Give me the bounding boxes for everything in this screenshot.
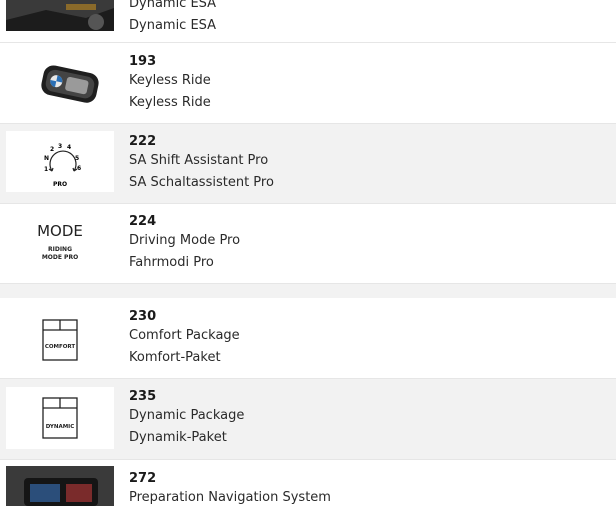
comfort-label: COMFORT [45,344,76,350]
item-name-en: Dynamic Package [129,408,245,423]
section-divider [0,284,616,299]
gear-n: N [44,155,49,162]
navigation-device-image [6,466,114,506]
list-item[interactable]: N 1 2 3 4 5 6 PRO 222 SA Shift Assistant… [0,124,616,204]
item-code: 235 [129,389,157,404]
mode-sub2: MODE PRO [42,254,78,261]
dynamic-label: DYNAMIC [46,424,75,430]
shift-assistant-icon: N 1 2 3 4 5 6 PRO [44,143,81,188]
product-image [6,51,114,115]
product-image: MODE RIDING MODE PRO [6,211,114,275]
product-image [6,466,114,506]
comfort-box-icon: COMFORT [42,319,78,361]
gear-3: 3 [58,143,62,150]
product-image: COMFORT [6,308,114,372]
item-name-de: Keyless Ride [129,95,211,110]
riding-mode-icon: MODE RIDING MODE PRO [37,222,83,261]
item-code: 193 [129,54,157,69]
gear-2: 2 [50,146,54,153]
item-code: 224 [129,214,157,229]
item-name-en: Keyless Ride [129,73,211,88]
list-item[interactable]: COMFORT 230 Comfort Package Komfort-Pake… [0,298,616,379]
item-name-en: Driving Mode Pro [129,233,241,248]
mode-title: MODE [37,222,83,240]
list-item[interactable]: Dynamic ESA Dynamic ESA [0,0,616,43]
item-name-de: Fahrmodi Pro [129,255,214,270]
gear-4: 4 [67,144,71,151]
list-item[interactable]: DYNAMIC 235 Dynamic Package Dynamik-Pake… [0,379,616,460]
motorcycle-suspension-image [6,0,114,31]
list-item[interactable]: 272 Preparation Navigation System [0,460,616,520]
item-name-de: Komfort-Paket [129,350,221,365]
item-name-en: Comfort Package [129,328,240,343]
item-name-de: SA Schaltassistent Pro [129,175,274,190]
item-code: 230 [129,309,157,324]
gear-5: 5 [75,155,79,162]
list-item[interactable]: 193 Keyless Ride Keyless Ride [0,43,616,124]
item-name-en: SA Shift Assistant Pro [129,153,269,168]
item-name-en: Preparation Navigation System [129,490,331,505]
key-fob-icon [41,65,99,103]
gear-6: 6 [77,165,81,172]
mode-sub1: RIDING [48,246,72,253]
item-name-de: Dynamik-Paket [129,430,227,445]
item-code: 222 [129,134,157,149]
gear-1: 1 [44,166,48,173]
pro-label: PRO [53,181,67,188]
item-code: 272 [129,471,157,486]
dynamic-box-icon: DYNAMIC [42,397,78,439]
item-name-de: Dynamic ESA [129,18,217,33]
product-image [6,0,114,31]
product-image: DYNAMIC [6,387,114,449]
list-item[interactable]: MODE RIDING MODE PRO 224 Driving Mode Pr… [0,204,616,284]
item-name-en: Dynamic ESA [129,0,217,11]
product-image: N 1 2 3 4 5 6 PRO [6,131,114,192]
